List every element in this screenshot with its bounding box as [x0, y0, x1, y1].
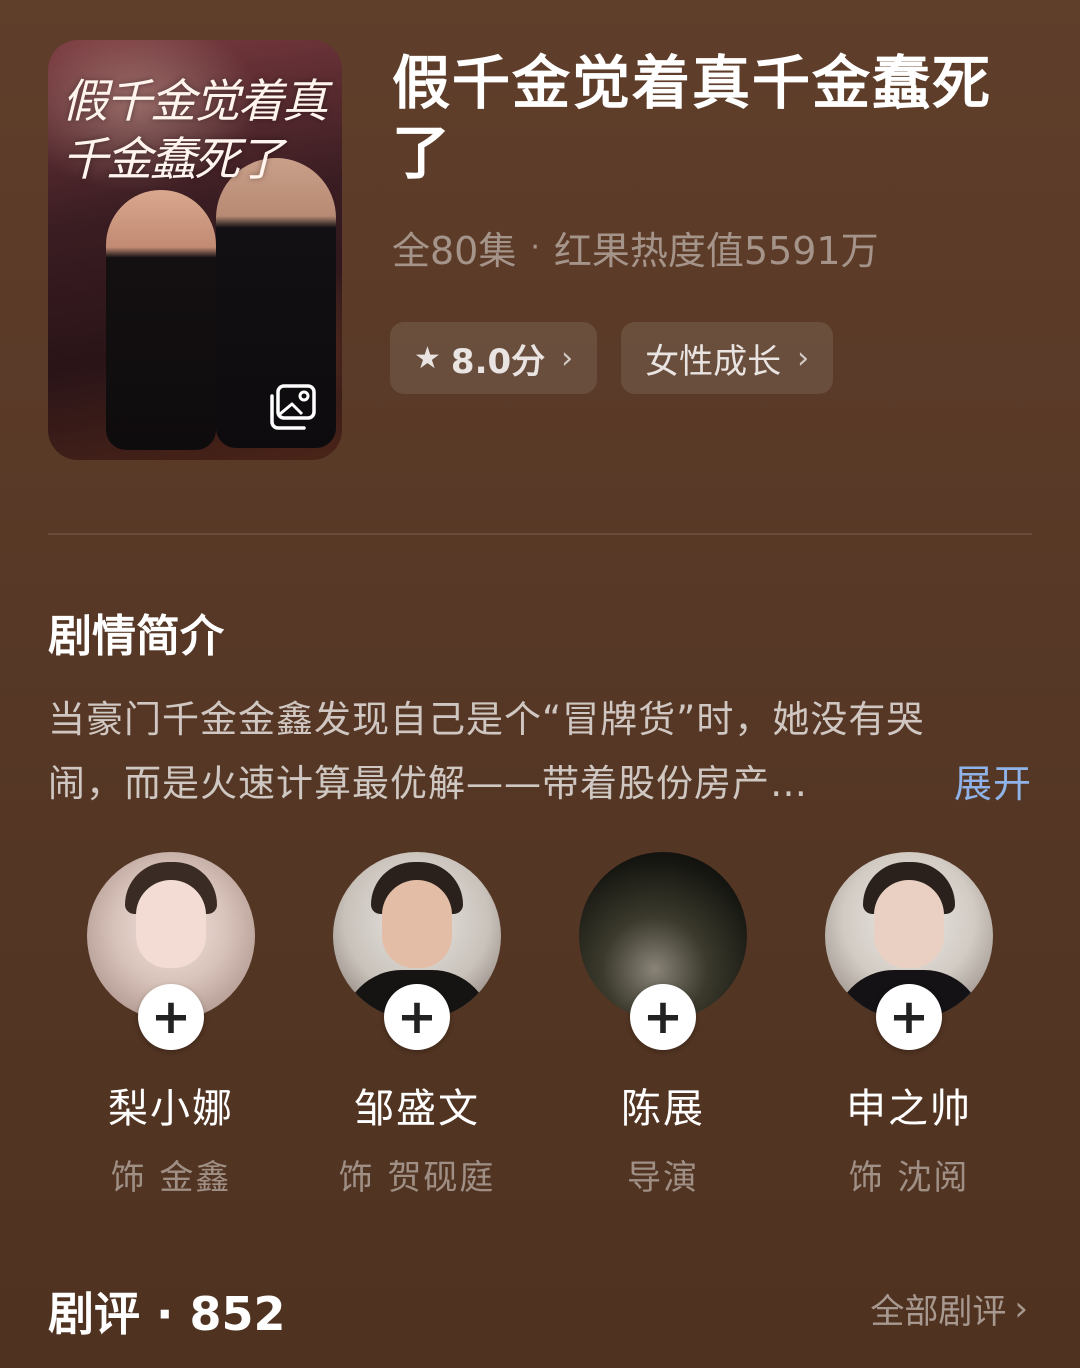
synopsis-heading: 剧情简介 — [48, 611, 224, 662]
reviews-heading: 剧评 · 852 — [48, 1278, 286, 1344]
drama-chips: ★ 8.0分 › 女性成长 › — [390, 322, 834, 394]
drama-detail-page: 假千金觉着真千金蠢死了 假千金觉着真千金蠢死了 全80集 · 红果热度值5591… — [0, 0, 1080, 1368]
chevron-right-icon: › — [561, 340, 574, 376]
follow-plus-icon[interactable]: + — [384, 984, 450, 1050]
genre-chip[interactable]: 女性成长 › — [621, 322, 834, 394]
poster-actress-figure — [106, 190, 216, 450]
rating-value: 8.0分 — [450, 341, 546, 382]
cast-avatar-wrap: + — [825, 852, 993, 1050]
gallery-icon[interactable] — [268, 384, 318, 430]
cast-role: 饰 沈阅 — [848, 1158, 970, 1198]
poster-image[interactable]: 假千金觉着真千金蠢死了 — [48, 40, 342, 460]
cast-role: 饰 金鑫 — [110, 1158, 232, 1198]
episode-count: 全80集 — [392, 228, 517, 273]
cast-role: 导演 — [627, 1158, 699, 1198]
genre-label: 女性成长 — [645, 341, 782, 382]
poster-title-art: 假千金觉着真千金蠢死了 — [62, 74, 328, 186]
avatar-face — [136, 880, 206, 968]
cast-list: + 梨小娜 饰 金鑫 + 邹盛文 饰 贺砚庭 + 陈展 导演 + 申之帅 饰 沈… — [48, 852, 1032, 1199]
chevron-right-icon: › — [1014, 1288, 1028, 1329]
follow-plus-icon[interactable]: + — [138, 984, 204, 1050]
cast-avatar-wrap: + — [87, 852, 255, 1050]
follow-plus-icon[interactable]: + — [876, 984, 942, 1050]
follow-plus-icon[interactable]: + — [630, 984, 696, 1050]
rating-chip[interactable]: ★ 8.0分 › — [390, 322, 598, 394]
cast-role: 饰 贺砚庭 — [338, 1158, 496, 1198]
drama-title: 假千金觉着真千金蠢死了 — [392, 49, 993, 187]
cast-member[interactable]: + 申之帅 饰 沈阅 — [786, 852, 1032, 1199]
avatar-face — [382, 880, 452, 968]
reviews-count: 852 — [189, 1287, 286, 1341]
section-divider — [48, 533, 1032, 535]
chevron-right-icon: › — [797, 340, 810, 376]
all-reviews-label: 全部剧评 — [870, 1292, 1007, 1332]
reviews-separator: · — [140, 1287, 190, 1341]
cast-member[interactable]: + 邹盛文 饰 贺砚庭 — [294, 852, 540, 1199]
synopsis-line-1: 当豪门千金金鑫发现自己是个“冒牌货”时，她没有哭 — [48, 698, 925, 741]
cast-name: 申之帅 — [846, 1086, 972, 1132]
cast-avatar-wrap: + — [333, 852, 501, 1050]
cast-name: 陈展 — [621, 1086, 705, 1132]
expand-button[interactable]: 展开 — [954, 752, 1032, 816]
synopsis-line-2: 闹，而是火速计算最优解——带着股份房产… — [48, 762, 808, 805]
cast-member[interactable]: + 陈展 导演 — [540, 852, 786, 1199]
cast-member[interactable]: + 梨小娜 饰 金鑫 — [48, 852, 294, 1199]
all-reviews-link[interactable]: 全部剧评 › — [870, 1284, 1028, 1333]
cast-name: 邹盛文 — [354, 1086, 480, 1132]
reviews-label: 剧评 — [48, 1287, 140, 1341]
heat-value: 红果热度值5591万 — [553, 228, 879, 273]
drama-meta: 全80集 · 红果热度值5591万 — [392, 222, 879, 273]
synopsis-text[interactable]: 当豪门千金金鑫发现自己是个“冒牌货”时，她没有哭 闹，而是火速计算最优解——带着… — [48, 688, 1032, 816]
synopsis-line-2-row: 闹，而是火速计算最优解——带着股份房产… 展开 — [48, 752, 1032, 816]
avatar-face — [874, 880, 944, 968]
cast-avatar-wrap: + — [579, 852, 747, 1050]
star-icon: ★ — [414, 340, 441, 376]
meta-separator: · — [530, 229, 540, 265]
cast-name: 梨小娜 — [108, 1086, 234, 1132]
